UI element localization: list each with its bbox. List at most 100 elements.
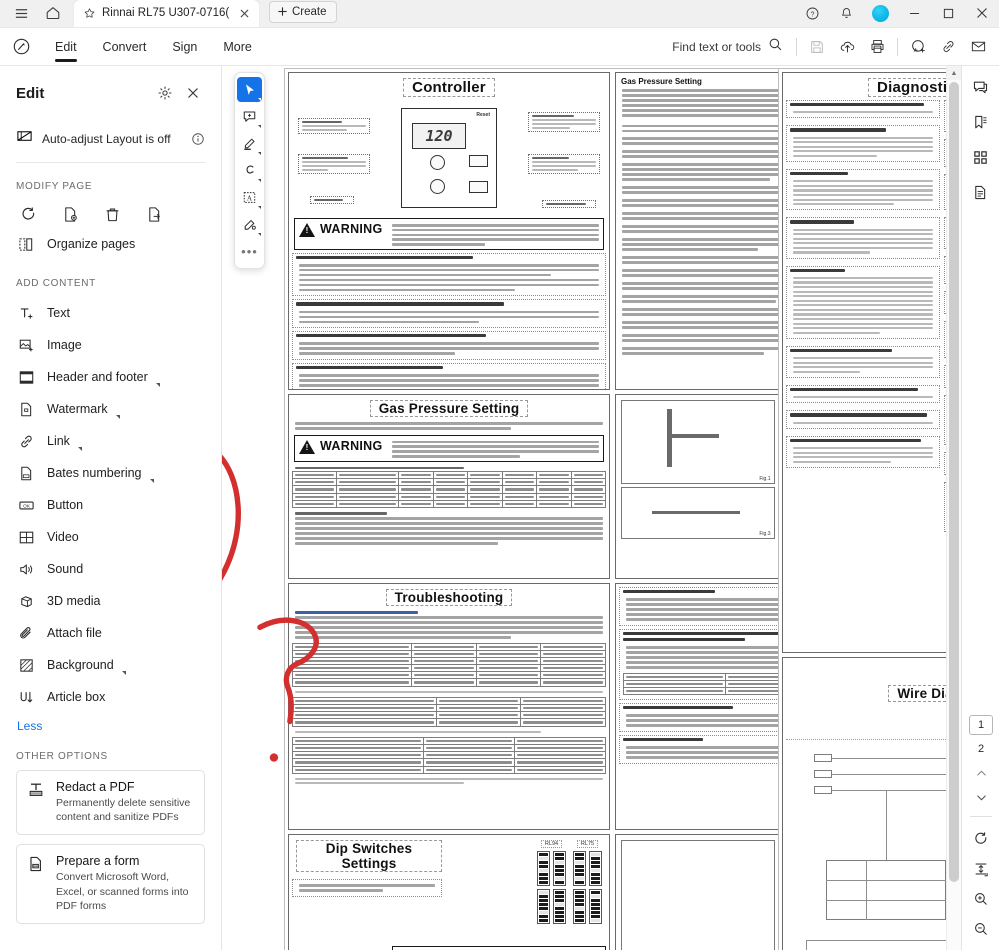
chevron-down-icon[interactable] xyxy=(115,415,120,419)
add-content-video[interactable]: Video xyxy=(16,521,205,553)
document-properties-icon[interactable] xyxy=(968,179,994,205)
pdf-page-2[interactable]: Diagnostic Codes xyxy=(778,68,961,950)
close-panel-icon[interactable] xyxy=(181,81,205,105)
svg-text:OK: OK xyxy=(23,503,31,509)
table-row xyxy=(292,696,606,706)
controller-diagram: Reset 120 xyxy=(296,102,602,214)
help-icon[interactable]: ? xyxy=(795,0,829,27)
rotate-view-icon[interactable] xyxy=(968,826,994,852)
add-content-label: 3D media xyxy=(47,594,101,608)
rotate-page-icon[interactable] xyxy=(18,204,38,224)
figure-1: Fig.1 xyxy=(621,400,775,484)
bookmarks-panel-icon[interactable] xyxy=(968,109,994,135)
select-tool-button[interactable] xyxy=(237,77,262,102)
auto-adjust-layout-row[interactable]: Auto-adjust Layout is off xyxy=(16,122,205,156)
add-content-image[interactable]: Image xyxy=(16,329,205,361)
gas-pressure-title: Gas Pressure Setting xyxy=(369,400,529,417)
page-thumbnails-icon[interactable] xyxy=(968,144,994,170)
document-tab[interactable]: Rinnai RL75 U307-0716(… xyxy=(74,0,259,27)
email-icon[interactable] xyxy=(963,32,993,62)
section-dip-switches: Dip Switches Settings RL94 RL75 xyxy=(288,834,610,950)
cloud-upload-icon[interactable] xyxy=(832,32,862,62)
add-content-3d-media[interactable]: 3D media xyxy=(16,585,205,617)
redact-pdf-card[interactable]: Redact a PDF Permanently delete sensitiv… xyxy=(16,770,205,836)
chevron-down-icon[interactable] xyxy=(77,447,82,451)
controller-warning: WARNING xyxy=(294,218,604,250)
insert-page-icon[interactable] xyxy=(60,204,80,224)
document-viewer[interactable]: Controller Reset 120 ! WARNING Gas Press… xyxy=(222,66,961,950)
add-content-attach-file[interactable]: Attach file xyxy=(16,617,205,649)
scroll-up-arrow[interactable]: ▲ xyxy=(947,66,961,80)
erase-tool-button[interactable] xyxy=(237,212,262,237)
text-box-tool-button[interactable]: A xyxy=(237,185,262,210)
print-icon[interactable] xyxy=(862,32,892,62)
add-content-sound[interactable]: Sound xyxy=(16,553,205,585)
add-content-button[interactable]: OK Button xyxy=(16,489,205,521)
add-content-text[interactable]: Text xyxy=(16,297,205,329)
header-footer-icon xyxy=(17,368,36,387)
menu-item-edit[interactable]: Edit xyxy=(42,28,90,66)
right-rail-bottom: 1 2 xyxy=(962,715,999,942)
gear-icon[interactable] xyxy=(153,81,177,105)
add-content-label: Video xyxy=(47,530,79,544)
save-icon[interactable] xyxy=(802,32,832,62)
previous-page-icon[interactable] xyxy=(968,763,994,783)
zoom-in-icon[interactable] xyxy=(968,886,994,912)
menu-item-convert[interactable]: Convert xyxy=(90,28,160,66)
diag-code-31 xyxy=(786,385,940,404)
comments-panel-icon[interactable] xyxy=(968,74,994,100)
page-fit-icon[interactable] xyxy=(968,856,994,882)
scrollbar-thumb[interactable] xyxy=(949,82,959,882)
diag-code-03 xyxy=(786,100,940,119)
chevron-down-icon[interactable] xyxy=(121,671,126,675)
draw-tool-button[interactable] xyxy=(237,158,262,183)
less-link[interactable]: Less xyxy=(17,719,205,733)
chevron-down-icon[interactable] xyxy=(258,98,261,101)
chevron-down-icon[interactable] xyxy=(258,125,261,128)
search-input[interactable]: Find text or tools xyxy=(664,32,791,62)
info-icon[interactable] xyxy=(191,132,205,146)
add-content-bates-numbering[interactable]: Bates numbering xyxy=(16,457,205,489)
notification-bell-icon[interactable] xyxy=(829,0,863,27)
share-link-icon[interactable] xyxy=(933,32,963,62)
highlight-tool-button[interactable] xyxy=(237,131,262,156)
next-page-icon[interactable] xyxy=(968,787,994,807)
diagnostic-use-block xyxy=(292,252,606,297)
window-close-icon[interactable] xyxy=(965,0,999,27)
add-content-link[interactable]: Link xyxy=(16,425,205,457)
add-content-header-footer[interactable]: Header and footer xyxy=(16,361,205,393)
video-icon xyxy=(17,528,36,547)
tab-close-icon[interactable] xyxy=(236,5,253,22)
more-tools-button[interactable]: ••• xyxy=(237,239,262,264)
avatar[interactable] xyxy=(863,0,897,27)
extract-page-icon[interactable] xyxy=(144,204,164,224)
chevron-down-icon[interactable] xyxy=(258,152,261,155)
comment-tool-button[interactable] xyxy=(237,104,262,129)
home-icon[interactable] xyxy=(38,0,68,26)
prepare-form-card[interactable]: Prepare a form Convert Microsoft Word, E… xyxy=(16,844,205,924)
add-content-watermark[interactable]: Watermark xyxy=(16,393,205,425)
viewer-vertical-scrollbar[interactable]: ▲ xyxy=(946,66,961,950)
hamburger-icon[interactable] xyxy=(6,0,36,26)
maximize-icon[interactable] xyxy=(931,0,965,27)
add-content-article-box[interactable]: Article box xyxy=(16,681,205,713)
add-comment-icon[interactable] xyxy=(903,32,933,62)
menu-item-more[interactable]: More xyxy=(210,28,264,66)
chevron-down-icon[interactable] xyxy=(155,383,160,387)
create-button[interactable]: Create xyxy=(269,0,337,23)
minimize-icon[interactable] xyxy=(897,0,931,27)
chevron-down-icon[interactable] xyxy=(149,479,154,483)
page-number-2[interactable]: 2 xyxy=(969,739,993,759)
zoom-out-icon[interactable] xyxy=(968,916,994,942)
menu-item-sign[interactable]: Sign xyxy=(159,28,210,66)
chevron-down-icon[interactable] xyxy=(258,233,261,236)
chevron-down-icon[interactable] xyxy=(258,206,261,209)
search-icon[interactable] xyxy=(768,37,783,57)
sound-icon xyxy=(17,560,36,579)
star-icon[interactable] xyxy=(83,7,96,20)
chevron-down-icon[interactable] xyxy=(258,179,261,182)
delete-page-icon[interactable] xyxy=(102,204,122,224)
page-number-1[interactable]: 1 xyxy=(969,715,993,735)
organize-pages-row[interactable]: Organize pages xyxy=(16,228,205,260)
add-content-background[interactable]: Background xyxy=(16,649,205,681)
